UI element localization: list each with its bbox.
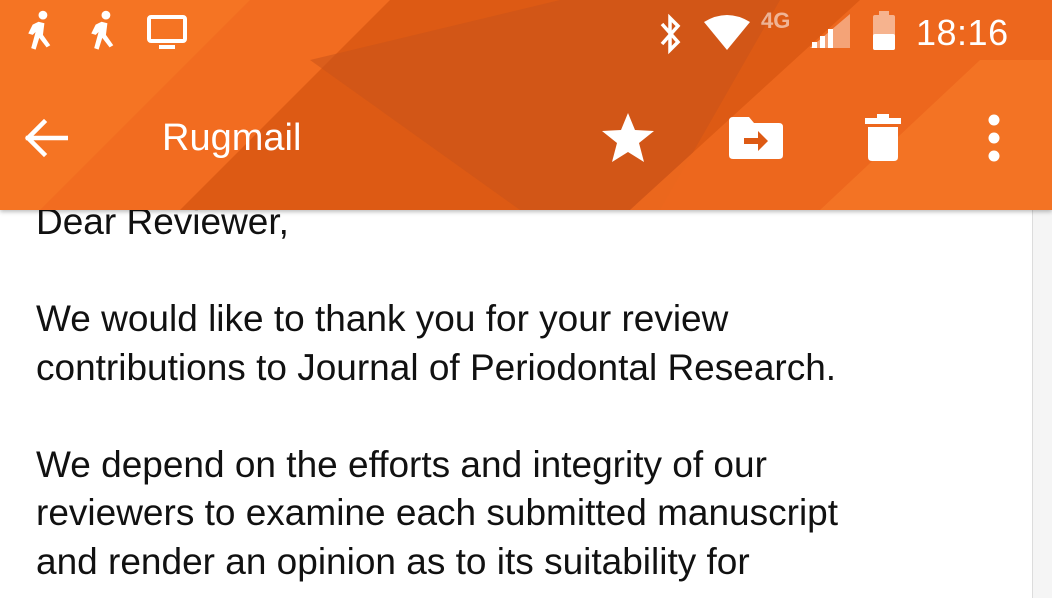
app-header: 4G 18:16 Rugmail [0, 0, 1052, 210]
wifi-icon [704, 15, 750, 50]
status-bar: 4G 18:16 [0, 0, 1052, 70]
toolbar: Rugmail [0, 70, 1052, 210]
star-icon [602, 113, 654, 162]
delete-icon [865, 114, 901, 161]
battery-icon [873, 11, 895, 50]
move-to-folder-button[interactable] [726, 108, 786, 168]
walking-icon [91, 10, 114, 50]
bluetooth-icon [660, 13, 681, 55]
back-arrow-icon [24, 118, 68, 158]
status-clock: 18:16 [916, 12, 1009, 53]
walking-icon [28, 10, 51, 50]
back-button[interactable] [16, 108, 76, 168]
email-text: Dear Reviewer, We would like to thank yo… [36, 210, 1016, 586]
paragraph-line: We would like to thank you for your revi… [36, 298, 729, 339]
paragraph-line: and render an opinion as to its suitabil… [36, 540, 750, 582]
delete-button[interactable] [853, 108, 913, 168]
scroll-edge [1032, 210, 1052, 598]
paragraph-line: contributions to Journal of Periodontal … [36, 346, 837, 388]
email-body: Dear Reviewer, We would like to thank yo… [0, 210, 1032, 598]
paragraph-line: reviewers to examine each submitted manu… [36, 492, 839, 533]
cell-signal-icon [810, 14, 850, 48]
greeting: Dear Reviewer, [36, 210, 289, 242]
screen-cast-icon [147, 15, 187, 49]
more-options-button[interactable] [964, 108, 1024, 168]
more-vert-icon [988, 114, 1000, 162]
move-to-folder-icon [729, 117, 783, 159]
paragraph-line: We depend on the efforts and integrity o… [36, 443, 767, 485]
network-type-label: 4G [761, 8, 791, 33]
app-title: Rugmail [162, 117, 302, 159]
star-button[interactable] [598, 108, 658, 168]
